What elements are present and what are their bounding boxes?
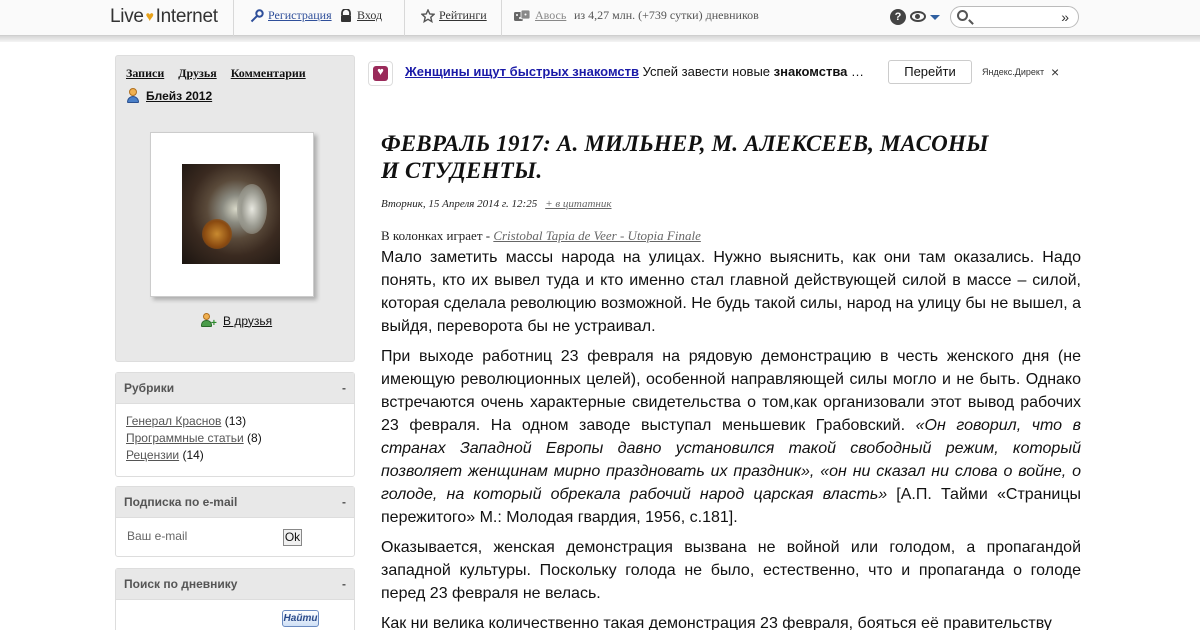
- email-form: Ваш e-mail Ok: [116, 518, 354, 554]
- top-bar-shadow: [0, 36, 1200, 42]
- avos-label: Авось: [535, 8, 567, 22]
- rubrics-title: Рубрики: [124, 381, 175, 395]
- logo-text-left: Live: [110, 6, 144, 27]
- diary-search-form: Найти: [116, 600, 354, 630]
- ratings-label: Рейтинги: [439, 8, 487, 22]
- nav-posts[interactable]: Записи: [126, 66, 164, 81]
- post-paragraph: Мало заметить массы народа на улицах. Ну…: [381, 249, 1081, 335]
- avatar[interactable]: [150, 132, 314, 297]
- ad-body-bold: знакомства: [773, 64, 848, 79]
- rubrics-header[interactable]: Рубрики -: [116, 373, 354, 404]
- ad-body: Успей завести новые: [638, 64, 774, 79]
- top-bar: Live ♥ Internet Регистрация Вход Рейтинги …: [0, 0, 1200, 36]
- post-meta: Вторник, 15 Апреля 2014 г. 12:25 + в цит…: [381, 198, 1081, 210]
- collapse-toggle[interactable]: -: [342, 381, 346, 395]
- find-button[interactable]: Найти: [282, 610, 319, 627]
- post-date: Вторник, 15 Апреля 2014 г. 12:25: [381, 198, 538, 210]
- nav-friends[interactable]: Друзья: [178, 66, 216, 81]
- post-title: ФЕВРАЛЬ 1917: А. МИЛЬНЕР, М. АЛЕКСЕЕВ, М…: [381, 131, 989, 183]
- diary-search-title: Поиск по дневнику: [124, 577, 238, 591]
- post-paragraph: При выходе работниц 23 февраля на рядову…: [381, 345, 1081, 529]
- dice-icon: [514, 9, 531, 21]
- post-paragraph: Как ни велика количественно такая демонс…: [381, 615, 1052, 630]
- ratings-link[interactable]: Рейтинги: [421, 8, 487, 23]
- list-item: Генерал Краснов (13): [126, 413, 344, 430]
- lock-icon: [341, 8, 351, 22]
- add-friend-icon: +: [201, 313, 217, 329]
- rubric-count: (13): [224, 414, 247, 428]
- chevron-down-icon[interactable]: [930, 15, 940, 20]
- rubric-link[interactable]: Программные статьи: [126, 431, 244, 445]
- divider: [501, 0, 502, 36]
- diary-search-header[interactable]: Поиск по дневнику -: [116, 569, 354, 600]
- search-icon: [957, 10, 968, 21]
- list-item: Рецензии (14): [126, 447, 344, 464]
- login-link[interactable]: Вход: [339, 8, 382, 23]
- heart-icon: ♥: [145, 8, 154, 24]
- ad-source-label[interactable]: Яндекс.Директ: [982, 67, 1044, 77]
- search-submit-button[interactable]: »: [1061, 9, 1069, 25]
- help-icon[interactable]: ?: [890, 9, 906, 25]
- rubrics-panel: Рубрики - Генерал Краснов (13) Программн…: [115, 372, 355, 477]
- track-link[interactable]: Cristobal Tapia de Veer - Utopia Finale: [493, 228, 701, 243]
- collapse-toggle[interactable]: -: [342, 495, 346, 509]
- post-paragraph: Оказывается, женская демонстрация вызван…: [381, 539, 1081, 602]
- divider: [233, 0, 234, 36]
- diary-search-panel: Поиск по дневнику - Найти: [115, 568, 355, 630]
- list-item: Программные статьи (8): [126, 430, 344, 447]
- user-icon: [126, 88, 140, 103]
- stats-text: из 4,27 млн. (+739 сутки) дневников: [574, 8, 759, 22]
- divider: [404, 0, 405, 36]
- heart-icon: ♥: [377, 66, 384, 78]
- login-label: Вход: [357, 8, 383, 22]
- profile-nav: Записи Друзья Комментарии: [126, 66, 306, 81]
- ok-button[interactable]: Ok: [283, 529, 302, 546]
- ad-title[interactable]: Женщины ищут быстрых знакомств: [405, 64, 639, 79]
- register-link[interactable]: Регистрация: [250, 8, 332, 23]
- avatar-image: [182, 164, 280, 264]
- profile-panel: Записи Друзья Комментарии Блейз 2012 + В…: [115, 55, 355, 362]
- key-icon: [250, 8, 264, 22]
- username: Блейз 2012: [146, 88, 213, 103]
- diary-stats: из 4,27 млн. (+739 сутки) дневников: [574, 8, 759, 23]
- avos-link[interactable]: Авось: [513, 8, 566, 23]
- rubric-count: (8): [247, 431, 262, 445]
- nav-comments[interactable]: Комментарии: [231, 66, 306, 81]
- rubric-count: (14): [182, 448, 204, 462]
- eye-icon[interactable]: [910, 11, 926, 22]
- star-icon: [421, 8, 435, 23]
- now-playing-label: В колонках играет -: [381, 228, 494, 243]
- rubric-link[interactable]: Рецензии: [126, 448, 179, 462]
- email-header[interactable]: Подписка по e-mail -: [116, 487, 354, 518]
- email-title: Подписка по e-mail: [124, 495, 238, 509]
- email-subscription-panel: Подписка по e-mail - Ваш e-mail Ok: [115, 486, 355, 557]
- collapse-toggle[interactable]: -: [342, 577, 346, 591]
- rubrics-list: Генерал Краснов (13) Программные статьи …: [116, 404, 354, 473]
- logo-text-right: Internet: [155, 6, 218, 27]
- add-friend-label: В друзья: [223, 313, 273, 328]
- close-icon[interactable]: ×: [1051, 64, 1059, 80]
- ad-go-button[interactable]: Перейти: [888, 60, 972, 84]
- post: ФЕВРАЛЬ 1917: А. МИЛЬНЕР, М. АЛЕКСЕЕВ, М…: [381, 130, 1081, 630]
- ad-body-end: …: [847, 64, 865, 79]
- search-input[interactable]: »: [950, 6, 1079, 28]
- add-friend-button[interactable]: + В друзья: [201, 313, 273, 329]
- liveinternet-logo[interactable]: Live ♥ Internet: [110, 6, 218, 28]
- now-playing: В колонках играет - Cristobal Tapia de V…: [381, 228, 1081, 244]
- email-field[interactable]: Ваш e-mail: [127, 529, 187, 543]
- user-link[interactable]: Блейз 2012: [126, 88, 212, 103]
- ad-text[interactable]: Женщины ищут быстрых знакомств Успей зав…: [405, 64, 875, 79]
- register-label: Регистрация: [268, 8, 332, 22]
- add-to-quotes-link[interactable]: + в цитатник: [545, 198, 611, 210]
- rubric-link[interactable]: Генерал Краснов: [126, 414, 221, 428]
